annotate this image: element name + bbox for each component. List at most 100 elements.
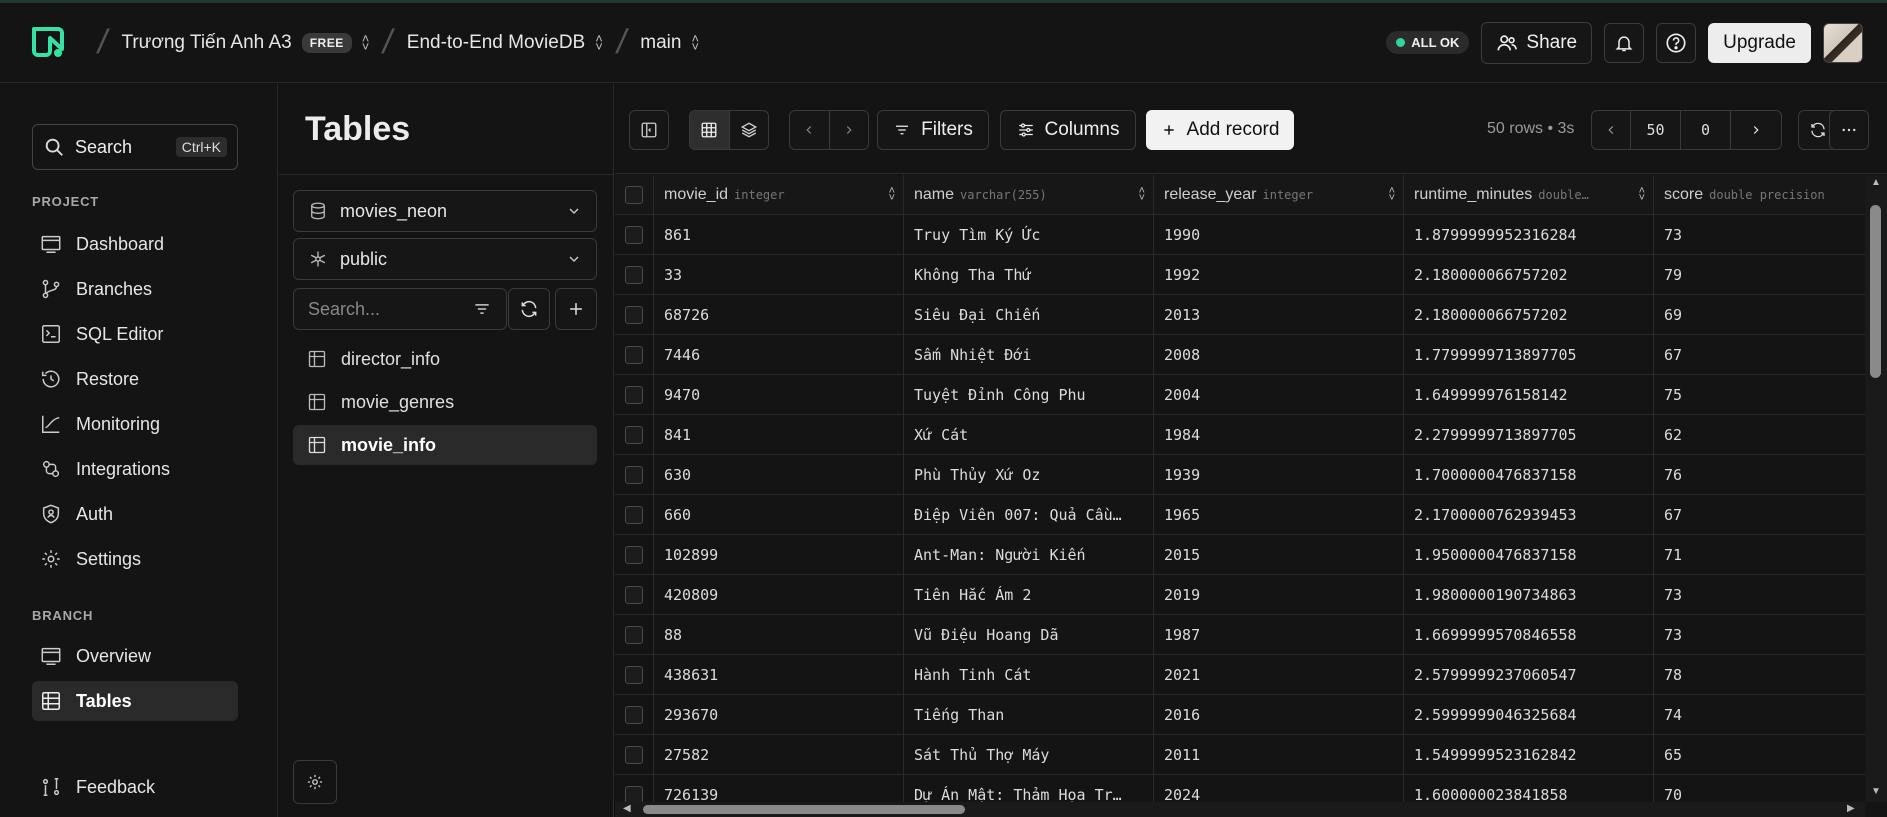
table-cell[interactable]: 841 [654, 415, 904, 454]
table-row[interactable]: 9470 Tuyệt Đỉnh Công Phu 2004 1.64999997615… [615, 375, 1865, 415]
table-cell[interactable]: 861 [654, 215, 904, 254]
row-checkbox[interactable] [615, 775, 654, 802]
offset-input[interactable]: 0 [1680, 111, 1730, 149]
columns-button[interactable]: Columns [1000, 110, 1136, 150]
table-list-item[interactable]: director_info [293, 339, 597, 379]
row-checkbox[interactable] [615, 615, 654, 654]
avatar[interactable] [1823, 22, 1863, 63]
table-cell[interactable]: 1992 [1154, 255, 1404, 294]
table-cell[interactable]: 102899 [654, 535, 904, 574]
sidebar-item-settings[interactable]: Settings [32, 539, 238, 579]
project-switcher[interactable]: End-to-End MovieDB ˄ ˅ [407, 32, 603, 54]
table-cell[interactable]: 76 [1654, 455, 1865, 494]
table-row[interactable]: 420809 Tiên Hắc Ám 2 2019 1.980000019073486… [615, 575, 1865, 615]
table-cell[interactable]: 293670 [654, 695, 904, 734]
row-checkbox[interactable] [615, 495, 654, 534]
sidebar-item-tables[interactable]: Tables [32, 681, 238, 721]
global-search-button[interactable]: Search Ctrl+K [32, 124, 238, 170]
table-cell[interactable]: 2.2799999713897705 [1404, 415, 1654, 454]
next-row-button[interactable] [828, 111, 869, 149]
row-checkbox[interactable] [615, 335, 654, 374]
table-cell[interactable]: Ant-Man: Người Kiến [904, 535, 1154, 574]
table-row[interactable]: 630 Phù Thủy Xứ Oz 1939 1.7000000476837158 7… [615, 455, 1865, 495]
row-checkbox[interactable] [615, 255, 654, 294]
table-cell[interactable]: 420809 [654, 575, 904, 614]
table-cell[interactable]: 2008 [1154, 335, 1404, 374]
table-cell[interactable]: 71 [1654, 535, 1865, 574]
org-switcher[interactable]: Trương Tiến Anh A3 FREE ˄ ˅ [121, 32, 369, 54]
table-cell[interactable]: 75 [1654, 375, 1865, 414]
more-options-button[interactable] [1829, 110, 1869, 150]
add-table-button[interactable] [555, 288, 597, 330]
row-checkbox[interactable] [615, 695, 654, 734]
sidebar-item-branches[interactable]: Branches [32, 269, 238, 309]
table-cell[interactable]: 1.6699999570846558 [1404, 615, 1654, 654]
select-all-checkbox[interactable] [615, 175, 654, 214]
row-checkbox[interactable] [615, 295, 654, 334]
table-row[interactable]: 293670 Tiếng Than 2016 2.5999999046325684 74 [615, 695, 1865, 735]
table-row[interactable]: 726139 Dự Án Mật: Thảm Họa Tr… 2024 1.60000… [615, 775, 1865, 802]
column-header-score[interactable]: score double precision [1654, 175, 1865, 214]
table-cell[interactable]: 2.180000066757202 [1404, 295, 1654, 334]
table-cell[interactable]: 2011 [1154, 735, 1404, 774]
share-button[interactable]: Share [1481, 21, 1593, 64]
toggle-sidebar-button[interactable] [629, 110, 669, 150]
table-cell[interactable]: 2015 [1154, 535, 1404, 574]
table-cell[interactable]: 1939 [1154, 455, 1404, 494]
table-cell[interactable]: 73 [1654, 615, 1865, 654]
table-row[interactable]: 7446 Sấm Nhiệt Đới 2008 1.7799999713897705 6… [615, 335, 1865, 375]
column-header-name[interactable]: name varchar(255) ˄ ˅ [904, 175, 1154, 214]
table-cell[interactable]: 2.5799999237060547 [1404, 655, 1654, 694]
sidebar-item-dashboard[interactable]: Dashboard [32, 224, 238, 264]
add-record-button[interactable]: Add record [1146, 110, 1294, 150]
column-header-release-year[interactable]: release_year integer ˄ ˅ [1154, 175, 1404, 214]
sort-icon[interactable]: ˄ ˅ [1139, 185, 1145, 203]
sort-icon[interactable]: ˄ ˅ [1639, 185, 1645, 203]
table-cell[interactable]: 1.9500000476837158 [1404, 535, 1654, 574]
table-cell[interactable]: Dự Án Mật: Thảm Họa Tr… [904, 775, 1154, 802]
table-cell[interactable]: Sấm Nhiệt Đới [904, 335, 1154, 374]
row-checkbox[interactable] [615, 655, 654, 694]
table-cell[interactable]: 79 [1654, 255, 1865, 294]
table-cell[interactable]: 1987 [1154, 615, 1404, 654]
table-row[interactable]: 660 Điệp Viên 007: Quả Cầu… 1965 2.17000007… [615, 495, 1865, 535]
table-cell[interactable]: Truy Tìm Ký Ức [904, 215, 1154, 254]
sidebar-item-monitoring[interactable]: Monitoring [32, 404, 238, 444]
sidebar-item-feedback[interactable]: Feedback [32, 767, 238, 807]
column-header-runtime-minutes[interactable]: runtime_minutes double… ˄ ˅ [1404, 175, 1654, 214]
row-checkbox[interactable] [615, 575, 654, 614]
grid-view-button[interactable] [690, 111, 729, 149]
table-cell[interactable]: 70 [1654, 775, 1865, 803]
table-cell[interactable]: 2004 [1154, 375, 1404, 414]
table-cell[interactable]: 67 [1654, 335, 1865, 374]
table-cell[interactable]: 1.5499999523162842 [1404, 735, 1654, 774]
sidebar-item-auth[interactable]: Auth [32, 494, 238, 534]
table-cell[interactable]: 2021 [1154, 655, 1404, 694]
table-cell[interactable]: Hành Tinh Cát [904, 655, 1154, 694]
row-checkbox[interactable] [615, 455, 654, 494]
sidebar-item-sql-editor[interactable]: SQL Editor [32, 314, 238, 354]
scroll-right-arrow-icon[interactable]: ▶ [1847, 803, 1855, 814]
table-cell[interactable]: Phù Thủy Xứ Oz [904, 455, 1154, 494]
table-cell[interactable]: 33 [654, 255, 904, 294]
table-cell[interactable]: Không Tha Thứ [904, 255, 1154, 294]
table-row[interactable]: 861 Truy Tìm Ký Ức 1990 1.8799999952316284 7… [615, 215, 1865, 255]
table-cell[interactable]: 660 [654, 495, 904, 534]
row-checkbox[interactable] [615, 375, 654, 414]
sidebar-item-overview[interactable]: Overview [32, 636, 238, 676]
prev-row-button[interactable] [790, 111, 829, 149]
row-checkbox[interactable] [615, 535, 654, 574]
table-row[interactable]: 841 Xứ Cát 1984 2.2799999713897705 62 [615, 415, 1865, 455]
table-cell[interactable]: 62 [1654, 415, 1865, 454]
sidebar-item-integrations[interactable]: Integrations [32, 449, 238, 489]
table-row[interactable]: 102899 Ant-Man: Người Kiến 2015 1.950000047… [615, 535, 1865, 575]
next-page-button[interactable] [1730, 111, 1780, 149]
vertical-scroll-thumb[interactable] [1870, 205, 1881, 378]
table-cell[interactable]: 1.600000023841858 [1404, 775, 1654, 802]
table-cell[interactable]: 2013 [1154, 295, 1404, 334]
schema-select[interactable]: public [293, 238, 597, 280]
table-cell[interactable]: 2.180000066757202 [1404, 255, 1654, 294]
table-cell[interactable]: 1965 [1154, 495, 1404, 534]
neon-logo-icon[interactable] [30, 25, 66, 61]
vertical-scrollbar[interactable]: ▲ ▼ [1865, 175, 1887, 802]
